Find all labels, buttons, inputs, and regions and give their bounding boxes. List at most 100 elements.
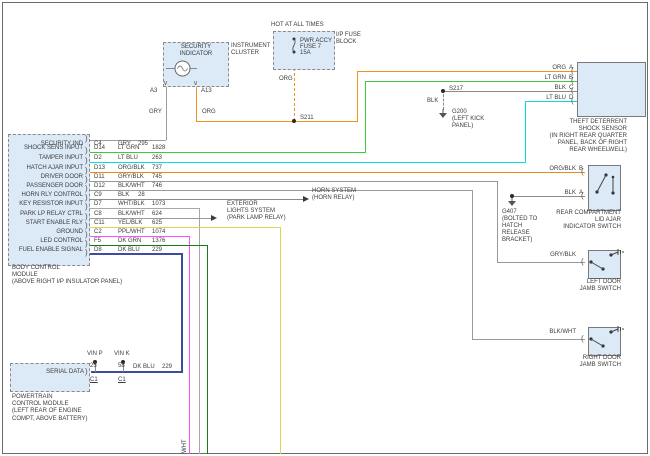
bcm-function-label: KEY RESISTOR INPUT	[10, 201, 83, 208]
ground-icon	[438, 109, 448, 119]
connector-bracket: )	[85, 213, 88, 221]
bcm-function-label: LED CONTROL	[10, 238, 83, 245]
fuse-icon	[290, 36, 300, 56]
bcm-circuit-number: 229	[152, 247, 162, 254]
bcm-pin-id: D2	[94, 155, 102, 162]
lid-switch-caption: REAR COMPARTMENT	[541, 210, 621, 217]
wire-org-fuse-dashed	[294, 68, 295, 121]
bcm-circuit-number: 625	[152, 220, 162, 227]
lid-switch-contacts-icon	[588, 165, 619, 209]
wire-dk-blu-horizontal-2	[91, 371, 183, 373]
splice-s211-dot	[292, 119, 296, 123]
wire-yel-blk-horizontal	[90, 227, 281, 228]
connector-bracket: )	[85, 185, 88, 193]
connector-bracket: (	[581, 168, 584, 176]
connector-bracket: (	[581, 192, 584, 200]
left-door-wire-label: GRY/BLK	[536, 252, 576, 259]
wire-label-dk-blu: DK BLU	[133, 364, 155, 371]
bcm-circuit-number: 624	[152, 211, 162, 218]
ground-g200-label: (LEFT KICK	[452, 116, 484, 123]
wire-org-horizontal-1	[196, 121, 358, 122]
bcm-wire-color-label: DK BLU	[118, 247, 140, 254]
bcm-function-label: HATCH AJAR INPUT	[10, 165, 83, 172]
bcm-pin-id: D14	[94, 145, 105, 152]
bcm-function-label: START ENABLE RLY	[10, 220, 83, 227]
connector-bracket: )	[85, 231, 88, 239]
bcm-name: (ABOVE RIGHT I/P INSULATOR PANEL)	[12, 279, 122, 286]
sensor-caption: SHOCK SENSOR	[490, 126, 627, 133]
pcm-connector-id: C1	[118, 377, 126, 384]
pin-arrow-icon: ∨	[193, 80, 198, 87]
sensor-pin-wire-label: LT BLU	[528, 95, 566, 102]
sensor-pin-wire-label: ORG	[528, 65, 566, 72]
bcm-pin-id: C11	[94, 220, 105, 227]
security-indicator-label: INDICATOR	[174, 51, 218, 58]
splice-s211-label: S211	[300, 115, 314, 122]
instrument-cluster-label: CLUSTER	[231, 50, 259, 57]
bcm-pin-id: D12	[94, 183, 105, 190]
hot-at-all-times-label: HOT AT ALL TIMES	[271, 22, 324, 29]
horn-system-label: (HORN RELAY)	[312, 195, 355, 202]
bcm-name: BODY CONTROL	[12, 265, 60, 272]
bcm-pin-id: F5	[94, 238, 101, 245]
wire-label-wht-vertical: WHT	[182, 439, 189, 453]
right-door-caption: RIGHT DOOR	[541, 355, 621, 362]
wire-blk-wht-vertical	[472, 190, 473, 339]
pcm-connector-id: C1	[90, 377, 98, 384]
connector-bracket: )	[85, 368, 88, 376]
bcm-wire-color-label: WHT/BLK	[118, 201, 145, 208]
bcm-pin-id: D11	[94, 174, 105, 181]
bcm-function-label: GROUND	[10, 229, 83, 236]
lid-switch-caption: INDICATOR SWITCH	[541, 224, 621, 231]
wire-gry-blk-vertical	[497, 181, 498, 262]
wire-lt-grn-horizontal-1	[90, 152, 366, 153]
connector-bracket: )	[85, 176, 88, 184]
bcm-function-label: SHOCK SENS INPUT	[10, 145, 83, 152]
bcm-wire-color-label: YEL/BLK	[118, 220, 142, 227]
pcm-name: (LEFT REAR OF ENGINE	[12, 408, 82, 415]
ground-g407-label: HATCH	[502, 223, 522, 230]
bcm-name: MODULE	[12, 272, 38, 279]
connector-bracket: (	[571, 97, 574, 105]
connector-bracket: )	[85, 157, 88, 165]
bcm-circuit-number: 28	[138, 192, 145, 199]
wire-label-org: ORG	[202, 109, 216, 116]
connector-bracket: (	[571, 77, 574, 85]
bcm-wire-color-label: BLK/WHT	[118, 211, 145, 218]
exterior-lights-arrowhead	[211, 215, 217, 221]
wire-blk-wht-horizontal-2	[472, 339, 585, 340]
bcm-wire-color-label: BLK	[118, 192, 129, 199]
pcm-pin-number: 25	[90, 363, 97, 370]
right-door-switch-contacts-icon	[588, 327, 619, 354]
bcm-wire-color-label: DK GRN	[118, 238, 141, 245]
wire-gry-blk-horizontal-2	[497, 262, 585, 263]
security-indicator-label: SECURITY	[174, 44, 218, 51]
left-door-caption: LEFT DOOR	[541, 279, 621, 286]
bcm-wire-color-label: LT BLU	[118, 155, 138, 162]
wire-blk-horn	[90, 199, 303, 200]
right-door-wire-label: BLK/WHT	[536, 329, 576, 336]
splice-s217-dot	[441, 89, 445, 93]
instrument-cluster-label: INSTRUMENT	[231, 43, 270, 50]
ground-icon	[507, 198, 517, 208]
bcm-function-label: HORN RLY CONTROL	[10, 192, 83, 199]
bcm-pin-id: D8	[94, 247, 102, 254]
pin-arrow-icon: ∨	[163, 80, 168, 87]
connector-bracket: (	[571, 67, 574, 75]
bcm-function-label: PASSENGER DOOR	[10, 183, 83, 190]
connector-bracket: )	[85, 194, 88, 202]
lid-switch-wire-label: BLK	[536, 190, 576, 197]
wire-lt-blu-horizontal-1	[90, 162, 526, 163]
horn-arrowhead	[303, 196, 309, 202]
ground-g200-label: G200	[452, 109, 467, 116]
ground-g407-label: (BOLTED TO	[502, 216, 537, 223]
fuse-rating-label: 15A	[300, 50, 311, 57]
pcm-name: COMPT, ABOVE BATTERY)	[12, 416, 87, 423]
wire-org-blk-horizontal	[90, 172, 585, 173]
wire-gry-blk-horizontal-1	[90, 181, 498, 182]
sensor-caption: PANEL, BACK OF RIGHT	[490, 140, 627, 147]
bcm-wire-color-label: BLK/WHT	[118, 183, 145, 190]
fuse-block-label: I/P FUSE	[336, 32, 361, 39]
bcm-wire-color-label: LT GRN	[118, 145, 139, 152]
pcm-serial-data-label: SERIAL DATA	[30, 369, 84, 376]
